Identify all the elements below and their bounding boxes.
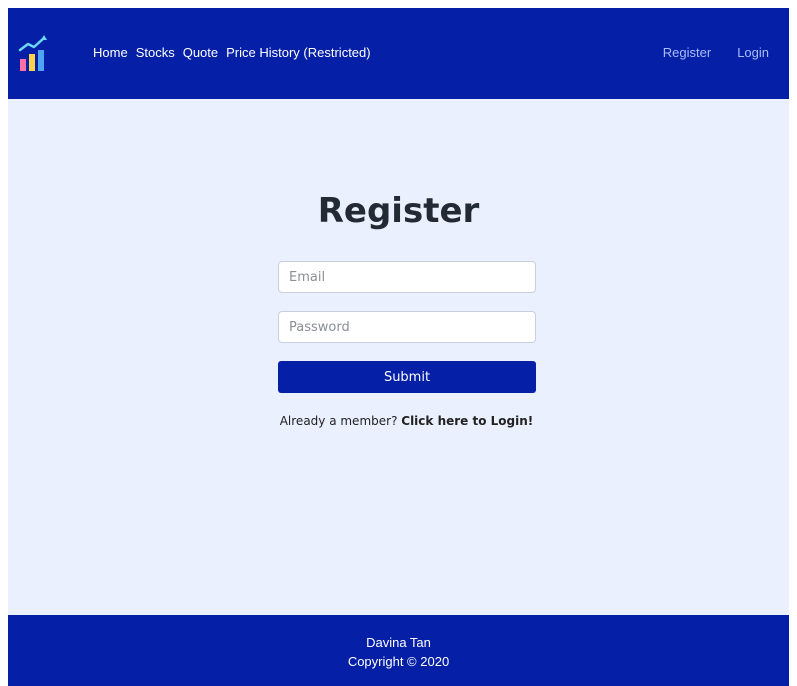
password-field[interactable] [278, 311, 536, 343]
nav-register-link[interactable]: Register [663, 45, 711, 60]
nav-links: Home Stocks Quote Price History (Restric… [93, 45, 371, 60]
footer-name: Davina Tan [366, 635, 431, 650]
footer: Davina Tan Copyright © 2020 [8, 615, 789, 686]
nav-stocks-link[interactable]: Stocks [136, 45, 175, 60]
nav-home-link[interactable]: Home [93, 45, 128, 60]
nav-price-history-link[interactable]: Price History (Restricted) [226, 45, 370, 60]
email-field[interactable] [278, 261, 536, 293]
login-prompt: Already a member? Click here to Login! [8, 414, 797, 428]
login-link[interactable]: Click here to Login! [401, 414, 533, 428]
page-frame: Home Stocks Quote Price History (Restric… [8, 8, 789, 686]
nav-login-link[interactable]: Login [737, 45, 769, 60]
navbar: Home Stocks Quote Price History (Restric… [8, 8, 789, 99]
nav-quote-link[interactable]: Quote [183, 45, 218, 60]
submit-button[interactable]: Submit [278, 361, 536, 393]
stock-chart-logo-icon[interactable] [18, 34, 58, 74]
login-prompt-text: Already a member? [279, 414, 398, 428]
nav-auth-links: Register Login [663, 45, 769, 60]
footer-copyright: Copyright © 2020 [347, 654, 450, 669]
page-title: Register [317, 191, 480, 231]
